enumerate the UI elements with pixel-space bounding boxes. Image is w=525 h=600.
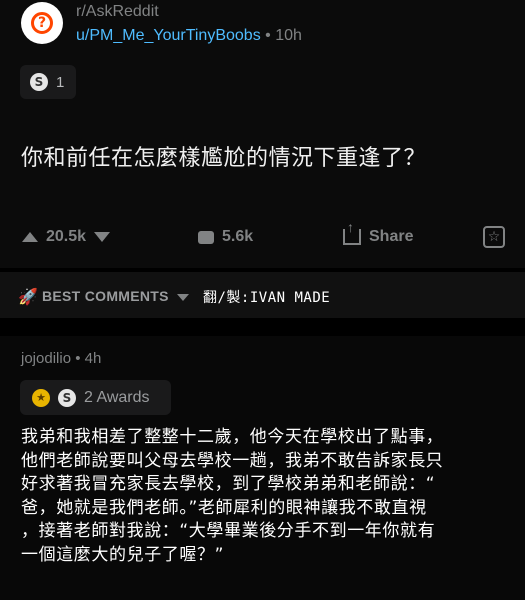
post-title: 你和前任在怎麼樣尷尬的情況下重逢了？ <box>21 146 427 171</box>
credit-text: 翻/製:IVAN MADE <box>203 290 331 306</box>
sort-dropdown[interactable]: BEST COMMENTS <box>42 288 169 304</box>
post-card: ? r/AskReddit u/PM_Me_YourTinyBoobs • 10… <box>0 0 525 268</box>
comment-line: 好求著我冒充家長去學校，到了學校弟弟和老師說：“ <box>21 474 436 494</box>
post-meta: u/PM_Me_YourTinyBoobs • 10h <box>76 27 302 45</box>
comment-awards-label: 2 Awards <box>84 388 150 406</box>
post-awards[interactable]: S 1 <box>20 65 76 99</box>
silver-award-icon: S <box>30 73 48 91</box>
post-author[interactable]: u/PM_Me_YourTinyBoobs <box>76 27 261 44</box>
gold-award-icon: ★ <box>32 388 50 407</box>
share-icon <box>343 219 361 245</box>
subreddit-avatar[interactable]: ? <box>21 2 63 44</box>
comment-age: • 4h <box>71 350 102 367</box>
comment-line: 他們老師說要叫父母去學校一趟，我弟不敢告訴家長只 <box>21 450 444 471</box>
comment-body: 我弟和我相差了整整十二歲，他今天在學校出了點事， 他們老師說要叫父母去學校一趟，… <box>21 426 511 567</box>
comment-bubble-icon <box>198 230 214 244</box>
award-star-icon[interactable]: ☆ <box>483 226 505 248</box>
comment-count: 5.6k <box>222 228 254 245</box>
subreddit-name[interactable]: r/AskReddit <box>76 3 159 21</box>
vote-group: 20.5k <box>22 228 111 246</box>
downvote-icon[interactable] <box>94 232 111 242</box>
share-label: Share <box>369 228 414 245</box>
comment-line: 一個這麼大的兒子了喔？” <box>21 544 225 565</box>
comment-awards[interactable]: ★ S 2 Awards <box>20 380 171 415</box>
rocket-icon: 🚀 <box>18 287 38 306</box>
share-button[interactable]: Share <box>343 219 414 246</box>
post-actions-bar: 20.5k 5.6k Share ☆ <box>0 219 525 256</box>
question-mark-icon: ? <box>31 12 53 34</box>
upvote-icon[interactable] <box>22 232 38 242</box>
chevron-down-icon[interactable] <box>177 294 189 301</box>
post-age: • 10h <box>260 27 302 44</box>
comment-line: ，接著老師對我說：“大學畢業後分手不到一年你就有 <box>21 521 436 541</box>
comment-line: 爸，她就是我們老師。”老師犀利的眼神讓我不敢直視 <box>21 497 427 518</box>
comment-meta: jojodilio • 4h <box>21 350 101 367</box>
comment-line: 我弟和我相差了整整十二歲，他今天在學校出了點事， <box>21 427 444 447</box>
post-award-count: 1 <box>56 73 65 91</box>
comment-card: jojodilio • 4h ★ S 2 Awards 我弟和我相差了整整十二歲… <box>0 336 525 600</box>
silver-award-icon: S <box>58 388 76 407</box>
comments-button[interactable]: 5.6k <box>198 228 253 246</box>
vote-count: 20.5k <box>46 228 87 245</box>
comment-author[interactable]: jojodilio <box>21 350 71 367</box>
comment-sort-bar: 🚀 BEST COMMENTS 翻/製:IVAN MADE <box>0 272 525 318</box>
